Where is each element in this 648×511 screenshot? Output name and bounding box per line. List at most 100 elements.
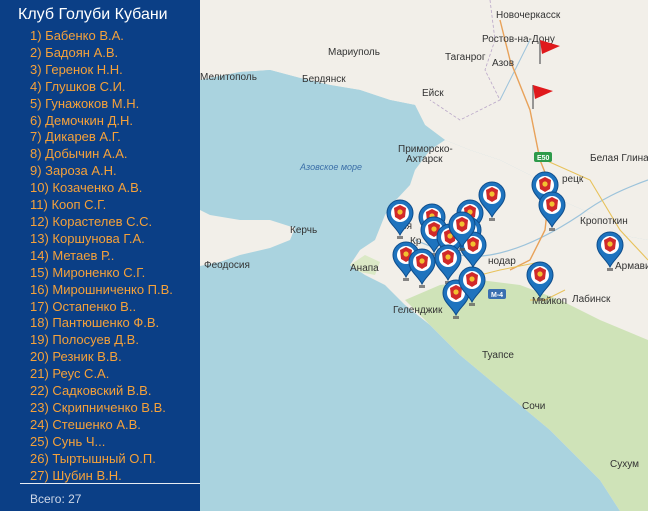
member-number: 18) bbox=[30, 315, 53, 331]
member-number: 9) bbox=[30, 163, 46, 179]
member-name: Коршунова Г.А. bbox=[52, 230, 145, 246]
member-number: 19) bbox=[30, 332, 53, 348]
label-eysk: Ейск bbox=[422, 88, 444, 99]
member-item[interactable]: 19) Полосуев Д.В. bbox=[0, 332, 200, 349]
member-item[interactable]: 18) Пантюшенко Ф.В. bbox=[0, 315, 200, 332]
member-name: Гунажоков М.Н. bbox=[45, 95, 140, 111]
member-name: Добычин А.А. bbox=[45, 146, 128, 162]
member-item[interactable]: 23) Скрипниченко В.В. bbox=[0, 400, 200, 417]
club-title: Клуб Голуби Кубани bbox=[18, 6, 168, 23]
member-name: Остапенко В.. bbox=[52, 298, 137, 314]
label-sochi: Сочи bbox=[522, 401, 545, 412]
member-name: Зароза А.Н. bbox=[45, 163, 117, 179]
member-name: Стешенко А.В. bbox=[52, 416, 141, 432]
member-number: 22) bbox=[30, 383, 53, 399]
member-item[interactable]: 26) Тыртышный О.П. bbox=[0, 451, 200, 468]
label-armavir: Армавир bbox=[615, 261, 648, 272]
member-name: Скрипниченко В.В. bbox=[52, 399, 166, 415]
member-number: 8) bbox=[30, 146, 46, 162]
label-tuapse: Туапсе bbox=[482, 350, 514, 361]
member-item[interactable]: 14) Метаев Р.. bbox=[0, 248, 200, 265]
member-number: 21) bbox=[30, 366, 53, 382]
member-name: Глушков С.И. bbox=[45, 78, 126, 94]
total-count: Всего: 27 bbox=[30, 492, 82, 506]
label-berdyansk: Бердянск bbox=[302, 74, 346, 85]
member-name: Шубин В.Н. bbox=[52, 467, 122, 483]
label-azov: Азов bbox=[492, 58, 514, 69]
member-item[interactable]: 20) Резник В.В. bbox=[0, 349, 200, 366]
member-number: 23) bbox=[30, 399, 53, 415]
label-sukhum: Сухум bbox=[610, 459, 639, 470]
member-number: 16) bbox=[30, 281, 53, 297]
member-number: 24) bbox=[30, 416, 53, 432]
member-name: Метаев Р.. bbox=[52, 247, 115, 263]
member-item[interactable]: 2) Бадоян А.В. bbox=[0, 45, 200, 62]
member-item[interactable]: 21) Реус С.А. bbox=[0, 366, 200, 383]
member-number: 15) bbox=[30, 264, 53, 280]
member-item[interactable]: 13) Коршунова Г.А. bbox=[0, 231, 200, 248]
member-item[interactable]: 27) Шубин В.Н. bbox=[0, 468, 200, 485]
member-name: Мирошниченко П.В. bbox=[52, 281, 173, 297]
label-azov-sea: Азовское море bbox=[299, 162, 362, 172]
member-name: Дикарев А.Г. bbox=[45, 129, 121, 145]
member-number: 20) bbox=[30, 349, 53, 365]
member-number: 13) bbox=[30, 230, 53, 246]
label-gelendzhik: Геленджик bbox=[393, 305, 443, 316]
map-canvas[interactable]: Новочеркасск Ростов-на-Дону Мариуполь Та… bbox=[200, 0, 648, 511]
map-view[interactable]: Новочеркасск Ростов-на-Дону Мариуполь Та… bbox=[200, 0, 648, 511]
member-name: Полосуев Д.В. bbox=[52, 332, 139, 348]
label-labinsk: Лабинск bbox=[572, 293, 611, 305]
member-item[interactable]: 16) Мирошниченко П.В. bbox=[0, 282, 200, 299]
divider bbox=[20, 483, 200, 484]
member-item[interactable]: 25) Сунь Ч... bbox=[0, 434, 200, 451]
member-name: Мироненко С.Г. bbox=[52, 264, 146, 280]
member-item[interactable]: 1) Бабенко В.А. bbox=[0, 28, 200, 45]
e50-badge-label: E50 bbox=[537, 155, 550, 162]
member-number: 3) bbox=[30, 61, 46, 77]
label-taganrog: Таганрог bbox=[445, 52, 486, 63]
member-item[interactable]: 22) Садковский В.В. bbox=[0, 383, 200, 400]
member-item[interactable]: 7) Дикарев А.Г. bbox=[0, 129, 200, 146]
label-novocherkassk: Новочеркасск bbox=[496, 10, 561, 21]
member-number: 27) bbox=[30, 467, 53, 483]
member-name: Корастелев С.С. bbox=[52, 213, 153, 229]
member-number: 5) bbox=[30, 95, 46, 111]
member-name: Бабенко В.А. bbox=[45, 28, 124, 43]
member-number: 4) bbox=[30, 78, 46, 94]
label-feodosiya: Феодосия bbox=[204, 260, 250, 271]
member-name: Геренок Н.Н. bbox=[45, 61, 123, 77]
label-belaya-glina: Белая Глина bbox=[590, 153, 648, 164]
label-mariupol: Мариуполь bbox=[328, 47, 380, 58]
member-number: 25) bbox=[30, 433, 53, 449]
label-anapa: Анапа bbox=[350, 263, 379, 274]
label-kropotkin: Кропоткин bbox=[580, 216, 628, 227]
member-name: Сунь Ч... bbox=[52, 433, 106, 449]
member-item[interactable]: 15) Мироненко С.Г. bbox=[0, 265, 200, 282]
member-item[interactable]: 17) Остапенко В.. bbox=[0, 299, 200, 316]
member-name: Пантюшенко Ф.В. bbox=[52, 315, 160, 331]
member-number: 17) bbox=[30, 298, 53, 314]
member-name: Тыртышный О.П. bbox=[52, 450, 156, 466]
member-item[interactable]: 12) Корастелев С.С. bbox=[0, 214, 200, 231]
member-item[interactable]: 8) Добычин А.А. bbox=[0, 146, 200, 163]
label-kerch: Керчь bbox=[290, 225, 317, 236]
label-krasnodar: нодар bbox=[488, 256, 516, 267]
member-item[interactable]: 24) Стешенко А.В. bbox=[0, 417, 200, 434]
label-tikhoretsk: рецк bbox=[562, 174, 584, 185]
member-item[interactable]: 4) Глушков С.И. bbox=[0, 79, 200, 96]
member-name: Реус С.А. bbox=[52, 366, 110, 382]
member-item[interactable]: 6) Демочкин Д.Н. bbox=[0, 113, 200, 130]
member-name: Козаченко А.В. bbox=[52, 180, 143, 196]
member-number: 12) bbox=[30, 213, 53, 229]
member-item[interactable]: 9) Зароза А.Н. bbox=[0, 163, 200, 180]
member-item[interactable]: 3) Геренок Н.Н. bbox=[0, 62, 200, 79]
member-item[interactable]: 11) Кооп С.Г. bbox=[0, 197, 200, 214]
member-item[interactable]: 10) Козаченко А.В. bbox=[0, 180, 200, 197]
member-number: 10) bbox=[30, 180, 53, 196]
member-list: 1) Бабенко В.А. 2) Бадоян А.В. 3) Геренок … bbox=[0, 28, 200, 484]
label-primorsko-2: Ахтарск bbox=[406, 154, 443, 165]
member-item[interactable]: 5) Гунажоков М.Н. bbox=[0, 96, 200, 113]
member-name: Резник В.В. bbox=[52, 349, 122, 365]
label-melitopol: Мелитополь bbox=[200, 72, 257, 83]
member-number: 14) bbox=[30, 247, 53, 263]
